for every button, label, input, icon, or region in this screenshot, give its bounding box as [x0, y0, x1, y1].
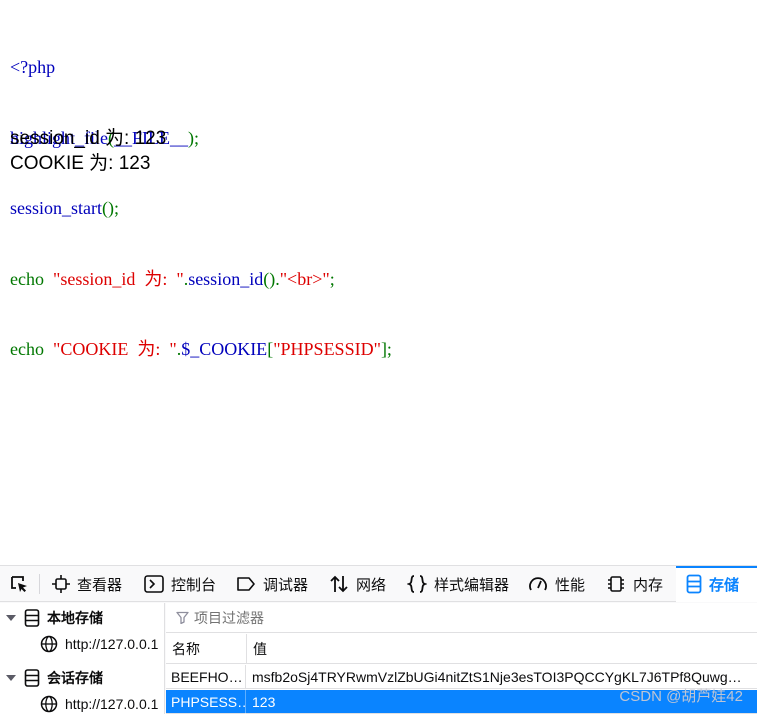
network-icon — [330, 575, 348, 593]
cell-name: PHPSESS… — [166, 690, 246, 714]
debugger-icon — [237, 577, 255, 591]
tab-style-editor[interactable]: 样式编辑器 — [407, 566, 509, 602]
tab-debugger[interactable]: 调试器 — [236, 566, 308, 602]
tab-performance-label: 性能 — [555, 576, 586, 594]
storage-sidebar: 本地存储 http://127.0.0.1 会话存储 http://127.0.… — [0, 603, 165, 714]
code-line-3: session_start(); — [10, 198, 119, 218]
console-icon — [144, 575, 164, 593]
memory-icon — [608, 576, 624, 592]
tree-session-storage[interactable]: 会话存储 — [0, 665, 103, 691]
tab-performance[interactable]: 性能 — [528, 566, 585, 602]
column-header-value[interactable]: 值 — [247, 634, 757, 664]
devtools-toolbar: 查看器 控制台 调试器 网络 样式编辑器 性能 内存 存储 — [0, 566, 757, 602]
tab-memory-label: 内存 — [633, 576, 664, 594]
storage-icon — [686, 574, 702, 594]
cell-name: BEEFHO… — [166, 665, 246, 689]
column-header-name[interactable]: 名称 — [166, 634, 247, 664]
tab-storage[interactable]: 存储 — [676, 566, 757, 602]
tab-network-label: 网络 — [356, 576, 387, 594]
tab-inspector[interactable]: 查看器 — [52, 566, 122, 602]
performance-icon — [529, 577, 547, 591]
globe-icon — [40, 695, 58, 713]
tree-local-storage[interactable]: 本地存储 — [0, 605, 103, 631]
code-line-1: <?php — [10, 57, 56, 77]
expand-triangle-icon[interactable] — [6, 615, 16, 621]
tree-session-origin[interactable]: http://127.0.0.1 — [40, 691, 158, 717]
style-editor-icon — [407, 575, 427, 593]
watermark: CSDN @胡芦娃42 — [619, 688, 743, 705]
filter-icon — [176, 611, 189, 624]
output-cookie: COOKIE 为: 123 — [10, 153, 151, 174]
output-session-id: session_id 为: 123 — [10, 128, 167, 149]
php-source-code: <?php highlight_file(__FILE__); session_… — [10, 9, 392, 385]
element-picker-button[interactable] — [9, 566, 36, 602]
tab-network[interactable]: 网络 — [329, 566, 386, 602]
code-line-5: echo "COOKIE 为: ".$_COOKIE["PHPSESSID"]; — [10, 339, 392, 359]
expand-triangle-icon[interactable] — [6, 675, 16, 681]
pick-element-icon — [11, 576, 27, 592]
php-output: session_id 为: 123 COOKIE 为: 123 — [10, 126, 166, 176]
tab-console-label: 控制台 — [171, 576, 217, 594]
storage-category-icon — [24, 609, 40, 627]
storage-category-icon — [24, 669, 40, 687]
code-line-4: echo "session_id 为: ".session_id()."<br>… — [10, 268, 335, 289]
tab-console[interactable]: 控制台 — [144, 566, 216, 602]
tab-style-editor-label: 样式编辑器 — [434, 576, 510, 594]
tab-memory[interactable]: 内存 — [606, 566, 663, 602]
tab-debugger-label: 调试器 — [263, 576, 309, 594]
tab-storage-label: 存储 — [709, 576, 740, 594]
globe-icon — [40, 635, 58, 653]
tree-local-origin[interactable]: http://127.0.0.1 — [40, 631, 158, 657]
tab-inspector-label: 查看器 — [77, 576, 123, 594]
inspector-icon — [52, 575, 70, 593]
filter-items-input[interactable]: 项目过滤器 — [166, 603, 757, 633]
